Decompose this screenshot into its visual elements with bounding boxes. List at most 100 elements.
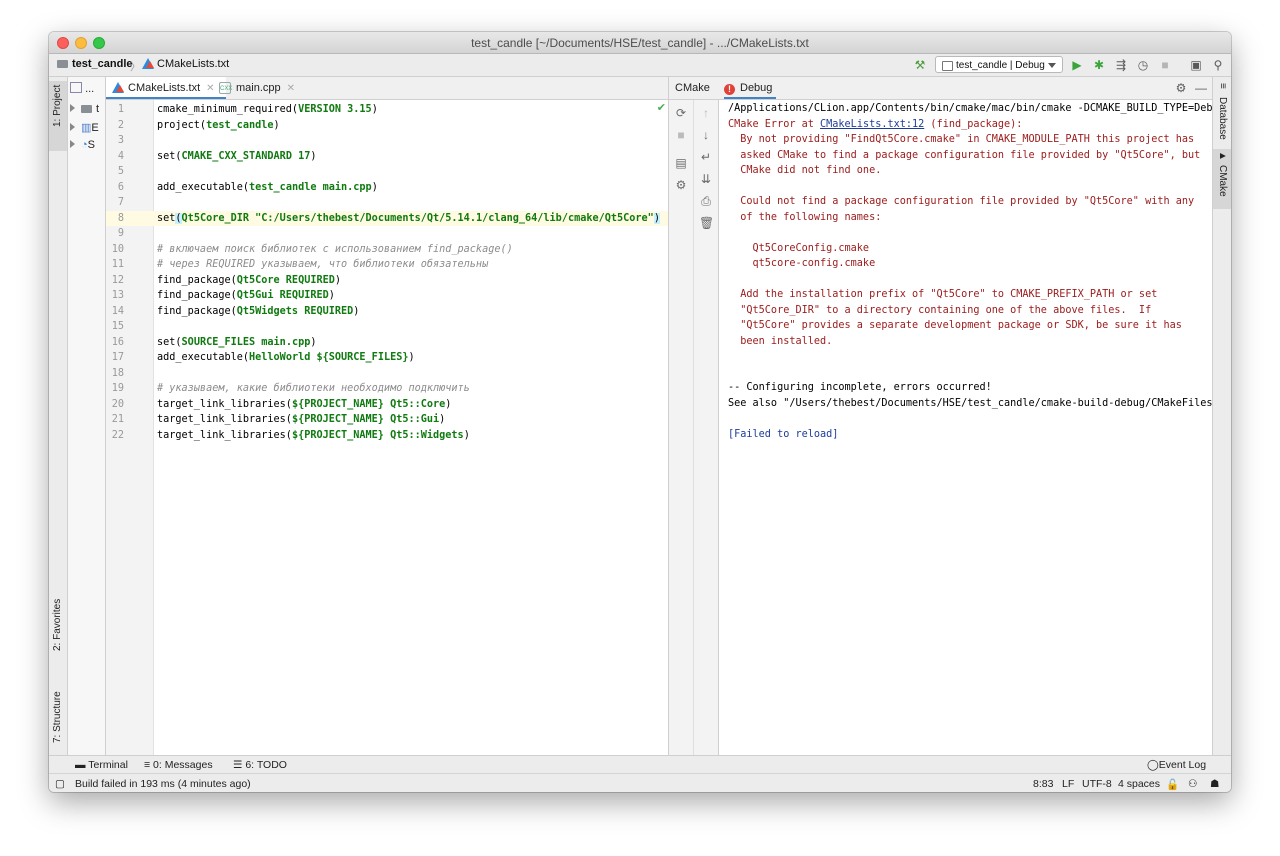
close-tab-icon[interactable]: ✕ [287,83,295,94]
run-configuration-select[interactable]: test_candle | Debug [935,56,1063,73]
cmake-console-output[interactable]: /Applications/CLion.app/Contents/bin/cma… [728,100,1212,755]
left-tool-strip: 1: Project 2: Favorites 7: Structure [49,77,68,755]
console-line: been installed. [728,335,833,347]
code-line[interactable]: 5 [106,164,668,180]
indent-setting[interactable]: 4 spaces [1118,778,1160,790]
build-hammer-icon[interactable]: ⚒ [913,58,927,72]
navigation-bar: test_candle 〉 CMakeLists.txt ⚒ test_cand… [49,54,1231,77]
structure-tool-tab[interactable]: 7: Structure [49,677,67,747]
project-tool-tab[interactable]: 1: Project [49,81,67,151]
line-number: 16 [111,336,124,348]
terminal-tab[interactable]: ▬ Terminal [75,759,128,771]
search-icon[interactable]: ⚲ [1211,58,1225,72]
run-with-coverage-icon[interactable]: ⇶ [1114,58,1128,72]
expand-arrow-icon [70,123,75,131]
hide-panel-icon[interactable]: — [1194,81,1208,95]
console-line: "Qt5Core_DIR" to a directory containing … [728,304,1152,316]
code-text: add_executable(test_candle main.cpp) [157,181,378,193]
code-line[interactable]: 21 target_link_libraries(${PROJECT_NAME} … [106,412,668,428]
breadcrumb-project[interactable]: test_candle [57,58,133,70]
event-log-tab[interactable]: ◯Event Log [1147,759,1206,771]
file-encoding[interactable]: UTF-8 [1082,778,1112,790]
status-message[interactable]: Build failed in 193 ms (4 minutes ago) [75,778,251,790]
debug-bug-icon[interactable]: ✱ [1092,58,1106,72]
source-link[interactable]: CMakeLists.txt:12 [820,119,924,130]
messages-tab[interactable]: ≡ 0: Messages [144,759,213,771]
code-line[interactable]: 17 add_executable(HelloWorld ${SOURCE_FIL… [106,350,668,366]
lock-icon[interactable]: 🔓 [1166,778,1179,791]
code-line[interactable]: 11 # через REQUIRED указываем, что библио… [106,257,668,273]
code-text: target_link_libraries(${PROJECT_NAME} Qt… [157,429,470,441]
tab-cmake[interactable]: CMake [675,77,710,99]
code-line[interactable]: 9 [106,226,668,242]
tree-item-project[interactable]: t [70,103,99,115]
terminal-window-icon[interactable]: ▣ [1189,58,1203,72]
code-line[interactable]: 4 set(CMAKE_CXX_STANDARD 17) [106,149,668,165]
reload-icon[interactable]: ⟳ [674,106,688,120]
tree-item-scratches[interactable]: ◔S [70,139,95,151]
code-line[interactable]: 2 project(test_candle) [106,118,668,134]
code-line[interactable]: 12 find_package(Qt5Core REQUIRED) [106,273,668,289]
scroll-down-icon[interactable]: ↓ [699,128,713,142]
breadcrumb-file[interactable]: CMakeLists.txt [142,58,229,70]
code-line[interactable]: 18 [106,366,668,382]
expand-arrow-icon [70,140,75,148]
run-config-icon [942,61,953,71]
code-line[interactable]: 19 # указываем, какие библиотеки необходи… [106,381,668,397]
cmake-cache-icon[interactable]: ▤ [674,156,688,170]
tab-cmakelists[interactable]: CMakeLists.txt ✕ [106,77,226,99]
code-line[interactable]: 7 [106,195,668,211]
code-text: set(Qt5Core_DIR "C:/Users/thebest/Docume… [157,212,660,224]
code-text: project(test_candle) [157,119,280,131]
code-line[interactable]: 3 [106,133,668,149]
tab-debug[interactable]: ! Debug [724,77,777,99]
inspector-icon[interactable]: ⚇ [1188,778,1197,790]
tab-main-cpp[interactable]: CXX main.cpp ✕ [214,77,318,99]
event-log-icon: ◯ [1147,759,1159,771]
favorites-tool-tab[interactable]: 2: Favorites [49,597,67,667]
line-separator[interactable]: LF [1062,778,1074,790]
terminal-icon: ▬ [75,759,89,771]
profile-icon[interactable]: ◷ [1136,58,1150,72]
caret-position[interactable]: 8:83 [1033,778,1053,790]
line-number: 19 [111,383,124,394]
stop-icon[interactable]: ■ [1158,58,1172,72]
code-line[interactable]: 20 target_link_libraries(${PROJECT_NAME} … [106,397,668,413]
line-number: 11 [111,259,124,270]
trash-icon[interactable]: 🗑 [699,216,714,230]
line-number: 15 [111,321,124,332]
cmake-settings-icon[interactable]: ⚙ [674,178,688,192]
project-view-selector[interactable]: ... [70,82,94,95]
soft-wrap-icon[interactable]: ↵ [699,150,713,164]
todo-tab[interactable]: ☰ 6: TODO [233,759,287,771]
scroll-up-icon[interactable]: ↑ [699,106,713,120]
stop-icon[interactable]: ■ [674,128,688,142]
code-line[interactable]: 8 set(Qt5Core_DIR "C:/Users/thebest/Docum… [106,210,668,226]
code-line[interactable]: 22 target_link_libraries(${PROJECT_NAME} … [106,428,668,444]
run-play-icon[interactable]: ▶ [1070,58,1084,72]
settings-gear-icon[interactable]: ⚙ [1174,81,1188,95]
cmake-tool-tab[interactable]: ▲ CMake [1213,149,1231,209]
toggle-tool-windows-icon[interactable]: ▢ [55,778,65,790]
code-line[interactable]: 15 [106,319,668,335]
line-number: 20 [111,398,124,410]
code-line[interactable]: 10 # включаем поиск библиотек с использов… [106,242,668,258]
print-icon[interactable]: ⎙ [699,194,713,208]
status-bar: ▢ Build failed in 193 ms (4 minutes ago)… [49,773,1231,792]
tree-item-external-libraries[interactable]: ▥E [70,121,99,134]
code-line[interactable]: 13 find_package(Qt5Gui REQUIRED) [106,288,668,304]
expand-arrow-icon [70,104,75,112]
code-area[interactable]: ✔ 1 cmake_minimum_required(VERSION 3.15) 2… [106,100,668,755]
console-line: /Applications/CLion.app/Contents/bin/cma… [728,103,1212,114]
notifications-icon[interactable]: ☗ [1210,778,1219,790]
line-number: 22 [111,429,124,441]
scroll-to-end-icon[interactable]: ⇊ [699,172,713,186]
line-number: 7 [117,197,124,208]
code-text: set(CMAKE_CXX_STANDARD 17) [157,150,317,162]
code-line[interactable]: 16 set(SOURCE_FILES main.cpp) [106,335,668,351]
code-line[interactable]: 1 cmake_minimum_required(VERSION 3.15) [106,102,668,118]
code-line[interactable]: 6 add_executable(test_candle main.cpp) [106,180,668,196]
line-number: 10 [111,243,124,255]
code-line[interactable]: 14 find_package(Qt5Widgets REQUIRED) [106,304,668,320]
chevron-down-icon [1048,63,1056,68]
